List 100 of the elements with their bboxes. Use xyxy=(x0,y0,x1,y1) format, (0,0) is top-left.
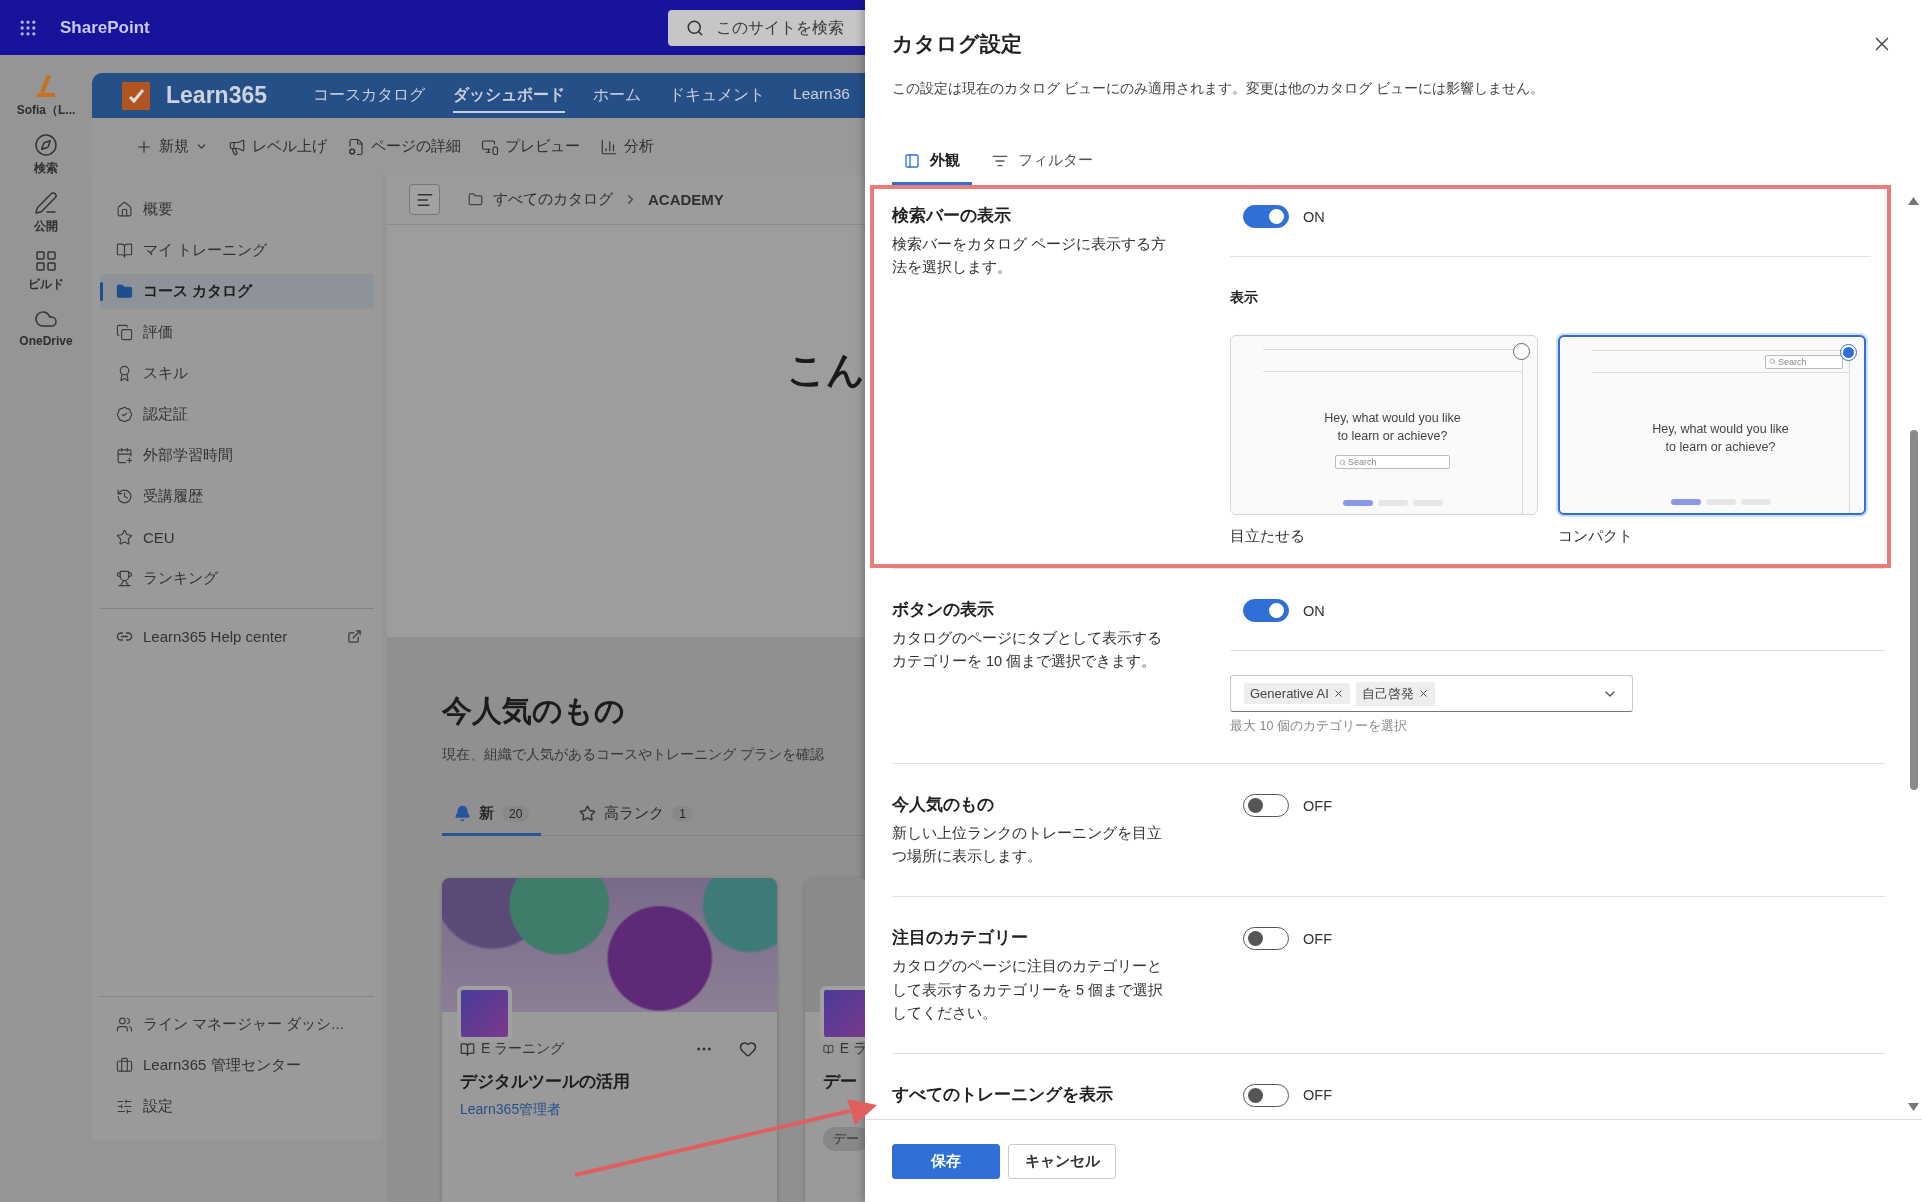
command-button[interactable]: 分析 xyxy=(600,137,654,156)
section-title: 検索バーの表示 xyxy=(892,205,1012,226)
toggle-switch[interactable] xyxy=(1243,1083,1289,1107)
heart-icon[interactable] xyxy=(739,1040,757,1058)
course-title: デー xyxy=(823,1071,858,1093)
section-title: すべてのトレーニングを表示 xyxy=(892,1083,1114,1106)
scroll-thumb[interactable] xyxy=(1909,430,1918,790)
command-button[interactable]: レベル上げ xyxy=(228,137,327,156)
history-icon xyxy=(116,488,133,505)
thumbnail-placeholder xyxy=(820,986,865,1041)
nav-item[interactable]: 受講履歴 xyxy=(100,479,374,514)
section-title: 注目のカテゴリー xyxy=(892,927,1029,949)
book-icon xyxy=(460,1041,475,1057)
nav-item[interactable]: ランキング xyxy=(100,561,374,596)
search-box[interactable]: このサイトを検索 xyxy=(668,9,865,46)
count-badge: 1 xyxy=(672,805,694,822)
nav-item[interactable]: コース カタログ xyxy=(100,274,374,309)
app-name: SharePoint xyxy=(60,17,150,38)
breadcrumb-link[interactable]: ACADEMY xyxy=(648,191,724,208)
command-button[interactable]: ページの詳細 xyxy=(347,137,461,156)
course-card[interactable]: E ラーニング デジタルツールの活用 Learn365管理者 xyxy=(442,878,777,1202)
display-label: 表示 xyxy=(1230,289,1259,307)
toggle-switch[interactable] xyxy=(1243,205,1289,228)
site-nav-link[interactable]: Learn36 xyxy=(793,78,850,113)
nav-item[interactable]: 評価 xyxy=(100,315,374,350)
radio-button[interactable] xyxy=(1513,343,1530,360)
search-icon xyxy=(1339,458,1346,466)
search-field[interactable]: このサイトを検索 xyxy=(716,18,856,37)
toggle-switch[interactable] xyxy=(1243,599,1289,622)
star-icon xyxy=(116,529,133,546)
toggle-switch[interactable] xyxy=(1243,794,1289,817)
site-title: Learn365 xyxy=(166,82,267,109)
command-button[interactable]: プレビュー xyxy=(481,137,580,156)
calendar-plus-icon xyxy=(116,447,133,464)
preview-text: Hey, what would you like to learn or achieve? xyxy=(1652,421,1789,456)
tab[interactable]: 高ランク 1 xyxy=(567,804,706,836)
menu-button[interactable] xyxy=(409,184,440,215)
scroll-down-icon[interactable] xyxy=(1908,1103,1919,1111)
grid-icon[interactable] xyxy=(34,249,58,273)
save-button[interactable]: 保存 xyxy=(892,1143,1000,1179)
layout-option-card[interactable]: Hey, what would you like to learn or achieve? Search xyxy=(1230,335,1538,515)
preview-text: Hey, what would you like to learn or achieve? xyxy=(1324,410,1461,445)
breadcrumb-link[interactable]: すべてのカタログ xyxy=(493,190,613,209)
nav-item[interactable]: ライン マネージャー ダッシ... xyxy=(100,1007,374,1042)
scroll-up-icon[interactable] xyxy=(1908,197,1919,205)
tab[interactable]: フィルター xyxy=(980,151,1105,185)
toggle-label: ON xyxy=(1303,602,1325,619)
nav-item[interactable]: CEU xyxy=(100,520,374,555)
nav-item[interactable]: スキル xyxy=(100,356,374,391)
radio-button[interactable] xyxy=(1840,344,1857,361)
bell-icon xyxy=(454,805,471,822)
layout-option-card[interactable]: Search Hey, what would you like to learn or achieve? xyxy=(1558,335,1866,515)
bar-chart-icon xyxy=(600,137,618,156)
rail-label[interactable]: OneDrive xyxy=(19,334,73,348)
command-button[interactable]: 新規 xyxy=(135,137,208,156)
course-title: デジタルツールの活用 xyxy=(460,1071,631,1093)
section-description: 検索バーをカタログ ページに表示する方法を選択します。 xyxy=(892,235,1168,278)
thumbnail-placeholder xyxy=(457,986,512,1041)
remove-icon[interactable] xyxy=(1332,688,1344,699)
site-nav-link[interactable]: ドキュメント xyxy=(669,78,765,113)
rail-label[interactable]: ビルド xyxy=(28,276,64,293)
nav-item[interactable]: 設定 xyxy=(100,1089,374,1124)
course-card[interactable]: E ラ デー デー xyxy=(805,878,865,1202)
cancel-button[interactable]: キャンセル xyxy=(1008,1143,1116,1179)
rail-label[interactable]: 検索 xyxy=(34,160,58,177)
site-nav-link[interactable]: ダッシュボード xyxy=(453,78,565,113)
search-icon xyxy=(1769,358,1776,365)
document-icon xyxy=(116,324,133,341)
nav-item[interactable]: 概要 xyxy=(100,192,374,227)
tab[interactable]: 新 20 xyxy=(442,804,542,836)
author-link[interactable]: Learn365管理者 xyxy=(460,1101,777,1119)
toggle-switch[interactable] xyxy=(1243,927,1289,951)
category-dropdown[interactable]: Generative AI 自己啓発 xyxy=(1230,675,1633,712)
course-type: E ラ xyxy=(839,1040,865,1058)
nav-item[interactable]: Learn365 管理センター xyxy=(100,1048,374,1083)
section-description: 新しい上位ランクのトレーニングを目立つ場所に表示します。 xyxy=(892,824,1163,867)
course-type: E ラーニング xyxy=(481,1040,565,1058)
site-nav-link[interactable]: ホーム xyxy=(593,78,641,113)
devices-icon xyxy=(481,137,499,156)
nav-item[interactable]: マイ トレーニング xyxy=(100,233,374,268)
help-center-link[interactable]: Learn365 Help center xyxy=(100,619,374,654)
pen-icon[interactable] xyxy=(34,191,58,215)
folder-icon xyxy=(468,192,483,207)
sliders-icon xyxy=(116,1098,133,1115)
rail-label[interactable]: Sofia（L... xyxy=(16,102,76,119)
panel-title: カタログ設定 xyxy=(892,31,1022,57)
section-title: ボタンの表示 xyxy=(892,599,995,620)
tab[interactable]: 外観 xyxy=(892,151,972,185)
nav-item[interactable]: 外部学習時間 xyxy=(100,438,374,473)
folder-icon xyxy=(116,283,133,300)
compass-icon[interactable] xyxy=(34,133,58,157)
site-nav-link[interactable]: コースカタログ xyxy=(313,78,425,113)
rail-label[interactable]: 公開 xyxy=(34,218,58,235)
external-link-icon xyxy=(347,629,362,644)
search-preview-field: Search xyxy=(1335,455,1450,469)
trophy-icon xyxy=(116,570,133,587)
badge-check-icon xyxy=(116,406,133,423)
nav-item[interactable]: 認定証 xyxy=(100,397,374,432)
remove-icon[interactable] xyxy=(1417,688,1429,699)
document-gear-icon xyxy=(347,137,365,156)
